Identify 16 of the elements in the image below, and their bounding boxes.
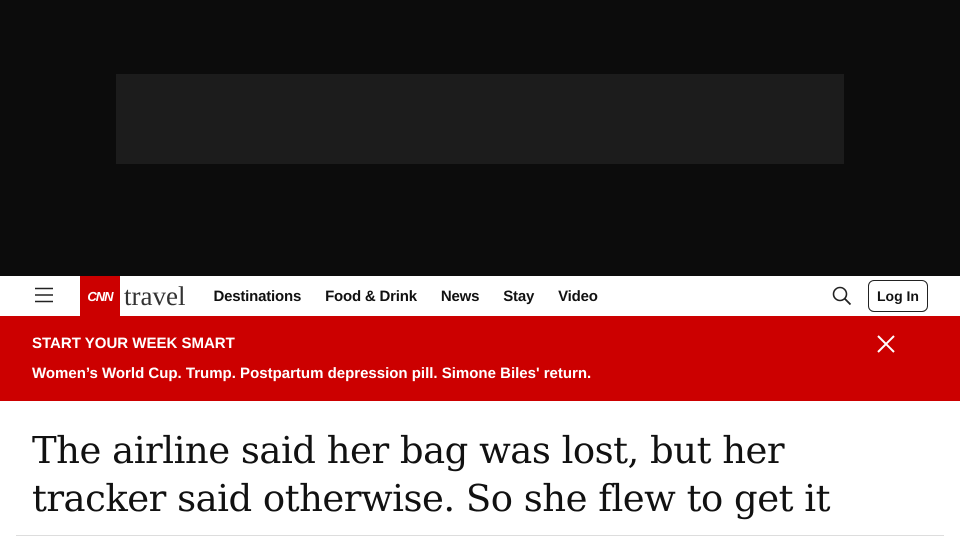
login-button[interactable]: Log In: [868, 280, 928, 312]
close-icon: [877, 335, 895, 353]
banner-text: Women’s World Cup. Trump. Postpartum depression pill. Simone Biles' return.: [32, 365, 592, 382]
nav-link[interactable]: Destinations: [213, 288, 302, 304]
nav-link[interactable]: Stay: [503, 288, 534, 304]
nav-link[interactable]: Food & Drink: [325, 288, 417, 304]
nav-link[interactable]: Video: [558, 288, 598, 304]
close-button[interactable]: [877, 335, 895, 353]
nav-link[interactable]: News: [440, 288, 480, 304]
brand-logo: CNN: [80, 276, 120, 316]
logo-link[interactable]: CNN travel: [80, 276, 186, 316]
search-icon: [832, 286, 852, 306]
search-button[interactable]: [832, 286, 852, 306]
menu-icon: [35, 287, 53, 303]
banner-title: START YOUR WEEK SMART: [32, 335, 236, 352]
article-headline: The airline said her bag was lost, but her tracker said otherwise. So she flew to get it: [32, 428, 832, 522]
